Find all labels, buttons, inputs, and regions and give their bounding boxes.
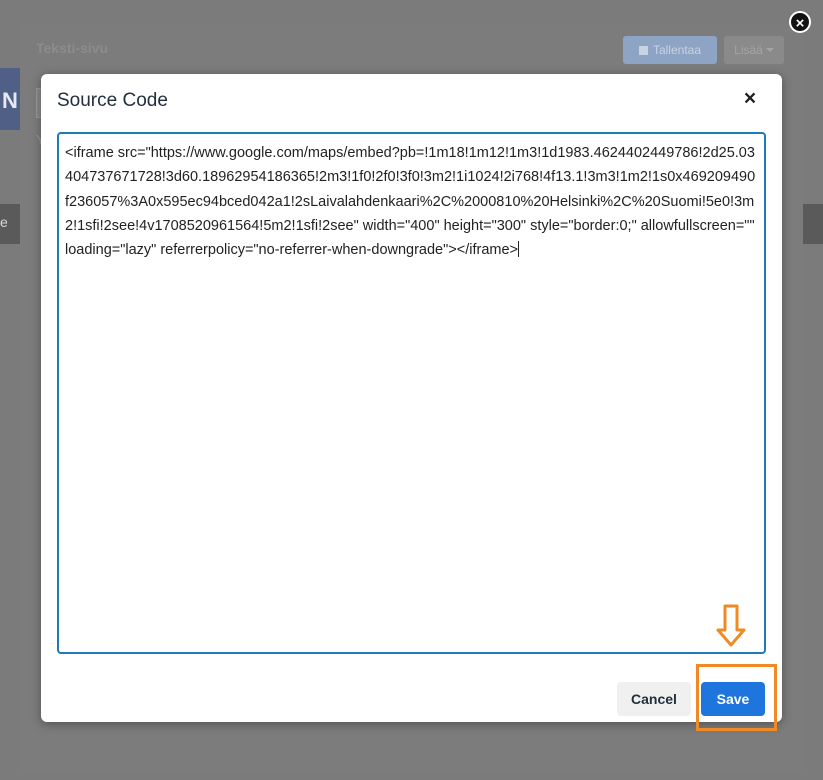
editor-more-button[interactable]: Lisää [724,36,784,64]
source-code-text: <iframe src="https://www.google.com/maps… [65,145,759,259]
overlay-close-icon[interactable]: × [789,11,811,33]
source-code-textarea[interactable]: <iframe src="https://www.google.com/maps… [57,132,766,654]
source-code-dialog: Source Code × <iframe src="https://www.g… [41,74,782,722]
dialog-title: Source Code [57,90,168,111]
close-icon[interactable]: × [738,88,762,112]
editor-save-button[interactable]: Tallentaa [623,36,717,64]
editor-more-label: Lisää [734,43,763,57]
background-band-letter: e [0,214,8,230]
background-logo-letter: N [2,88,18,113]
arrow-down-icon [716,604,746,647]
chevron-down-icon [765,48,774,52]
editor-page-title: Teksti-sivu [36,40,109,56]
floppy-disk-icon [638,46,648,55]
save-highlight-box [696,664,777,731]
cancel-button[interactable]: Cancel [617,682,691,716]
editor-save-label: Tallentaa [652,43,702,57]
background-logo: N [0,68,20,130]
text-cursor [518,241,519,258]
